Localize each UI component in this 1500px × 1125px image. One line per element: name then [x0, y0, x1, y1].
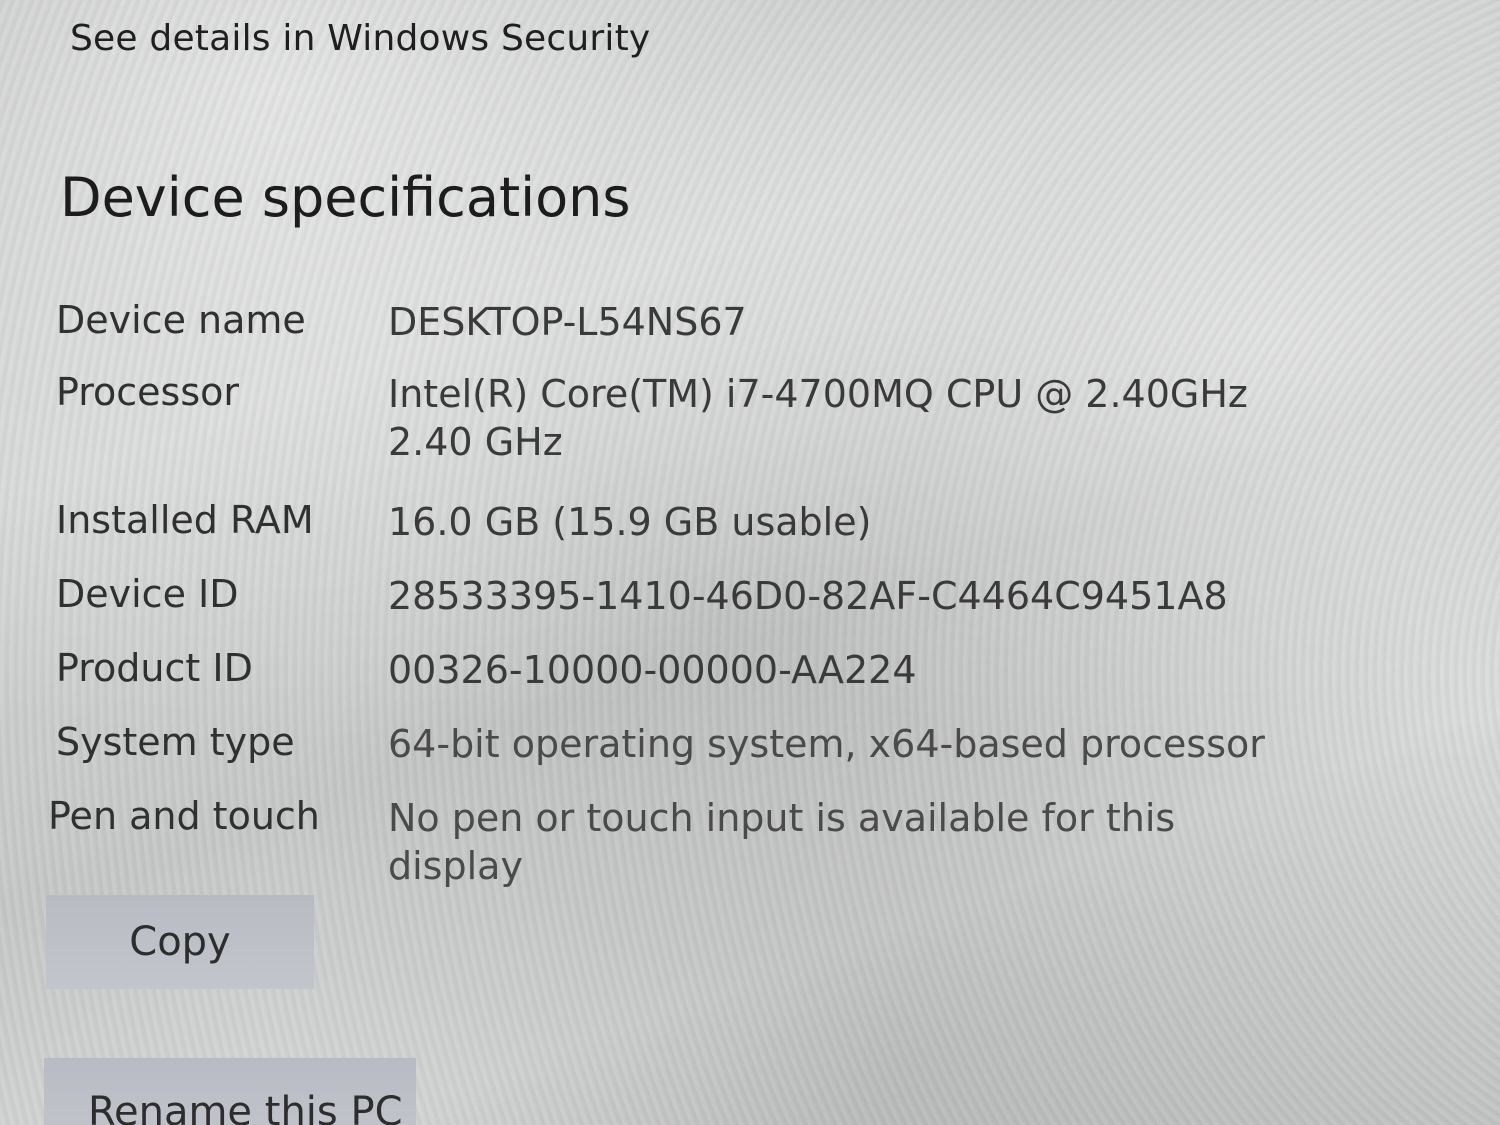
spec-value: 64-bit operating system, x64-based proce… — [388, 722, 1265, 766]
rename-pc-button[interactable]: Rename this PC — [44, 1058, 416, 1125]
spec-value: 16.0 GB (15.9 GB usable) — [388, 500, 872, 544]
spec-value: 28533395-1410-46D0-82AF-C4464C9451A8 — [388, 574, 1228, 618]
section-title: Device specifications — [60, 166, 631, 229]
spec-label: Installed RAM — [56, 498, 314, 542]
spec-value: 00326-10000-00000-AA224 — [388, 648, 917, 692]
spec-label: Device name — [56, 298, 306, 342]
spec-value: Intel(R) Core(TM) i7-4700MQ CPU @ 2.40GH… — [388, 372, 1248, 464]
copy-button[interactable]: Copy — [46, 895, 314, 989]
spec-label: Processor — [56, 370, 240, 414]
spec-value: No pen or touch input is available for t… — [388, 796, 1176, 888]
spec-label: Product ID — [56, 646, 253, 690]
spec-label: Pen and touch — [48, 794, 320, 838]
spec-label: System type — [56, 720, 295, 764]
windows-security-link[interactable]: See details in Windows Security — [70, 18, 650, 59]
spec-label: Device ID — [56, 572, 239, 616]
spec-value: DESKTOP-L54NS67 — [388, 300, 747, 344]
